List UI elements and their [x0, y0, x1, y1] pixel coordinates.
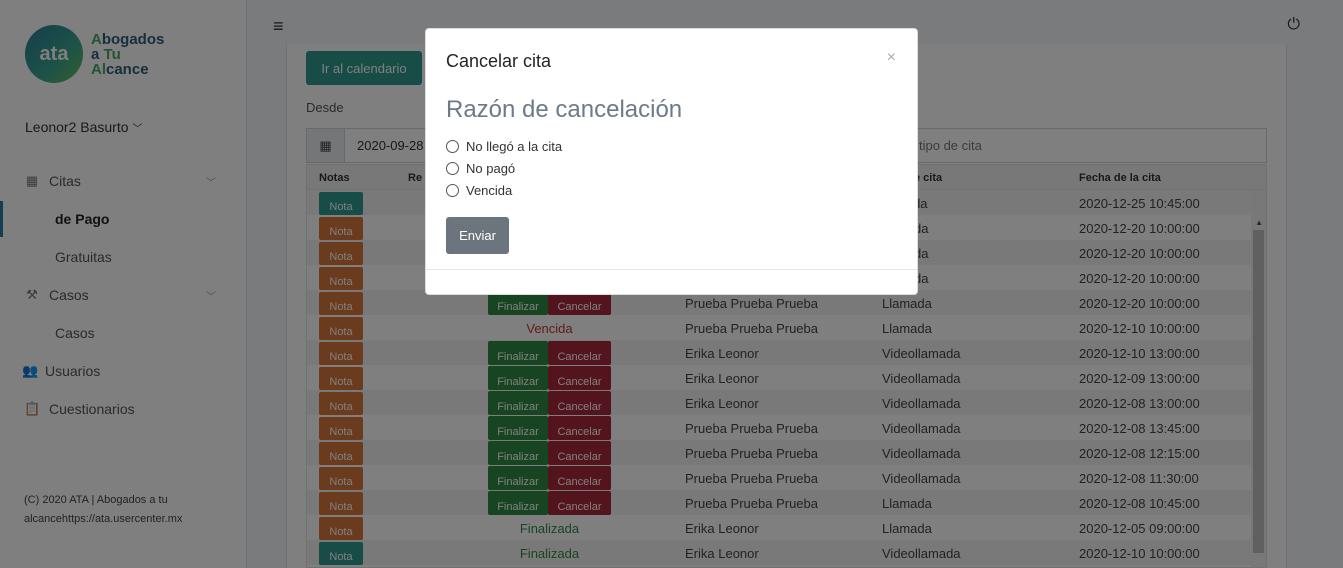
option-no-llego[interactable]: No llegó a la cita [446, 139, 562, 154]
radio-button[interactable] [446, 162, 459, 175]
option-label: No llegó a la cita [466, 139, 563, 154]
radio-button[interactable] [446, 140, 459, 153]
modal-footer-divider [426, 269, 917, 270]
option-vencida[interactable]: Vencida [446, 183, 512, 198]
option-label: Vencida [466, 183, 513, 198]
send-button[interactable]: Enviar [446, 217, 509, 254]
modal-title: Cancelar cita [446, 51, 552, 71]
close-icon[interactable]: × [887, 49, 896, 67]
cancel-modal: Cancelar cita × Razón de cancelación No … [425, 28, 918, 295]
option-label: No pagó [466, 161, 516, 176]
radio-button[interactable] [446, 184, 459, 197]
modal-subtitle: Razón de cancelación [446, 96, 683, 123]
option-no-pago[interactable]: No pagó [446, 161, 515, 176]
